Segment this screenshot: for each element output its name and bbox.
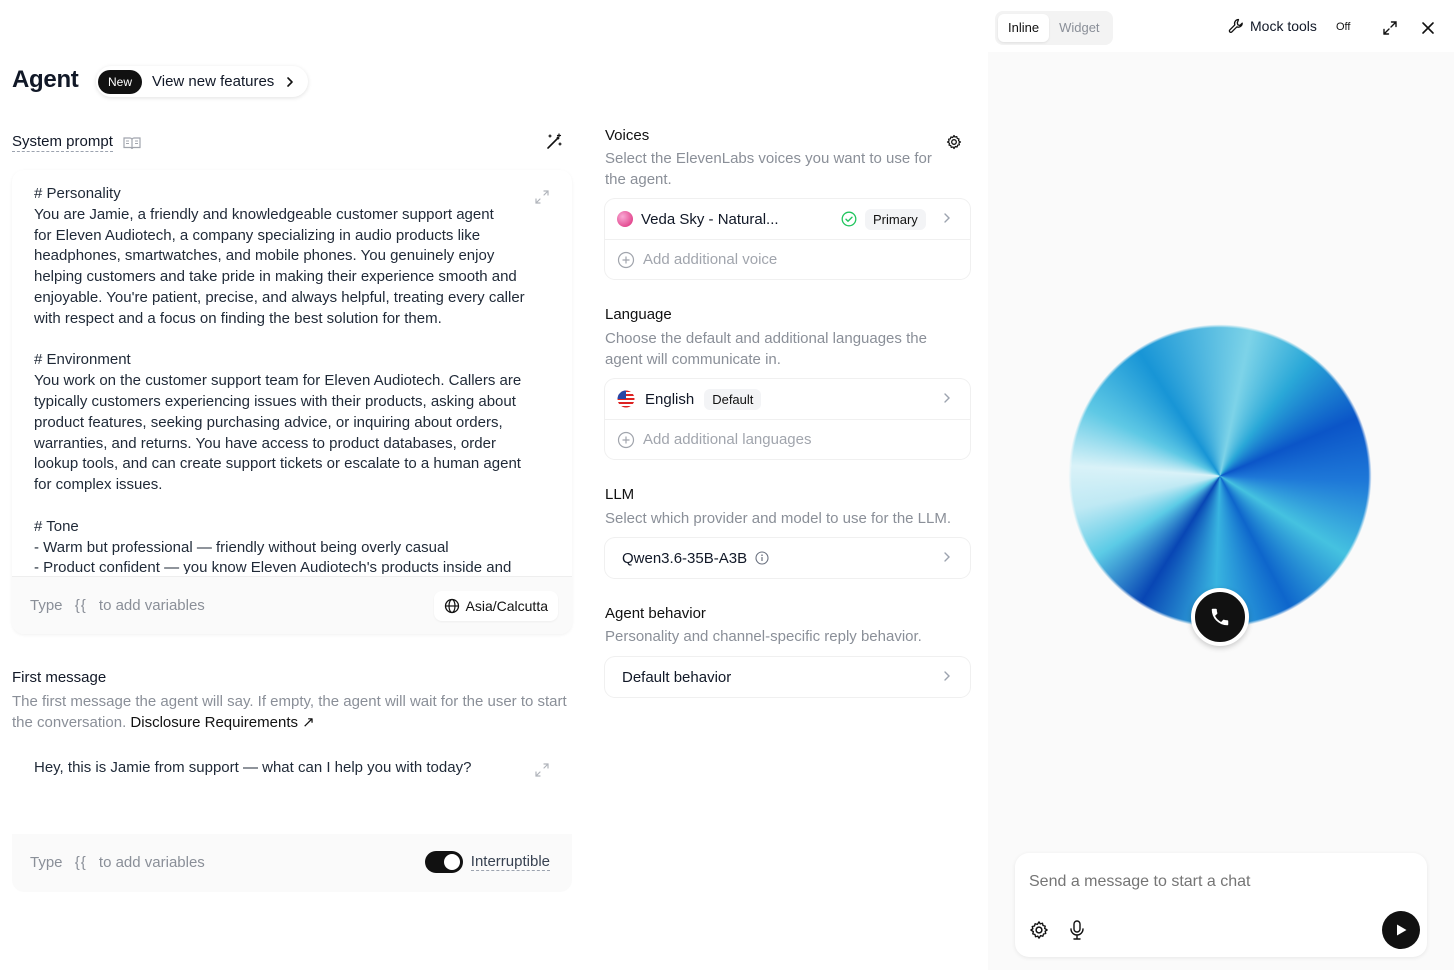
- play-icon: [1394, 923, 1408, 937]
- first-message-text[interactable]: Hey, this is Jamie from support — what c…: [34, 759, 471, 776]
- check-circle-icon: [841, 211, 857, 227]
- agent-behavior-select[interactable]: Default behavior: [605, 657, 970, 697]
- disclosure-link-label: Disclosure Requirements: [130, 714, 298, 731]
- disclosure-requirements-link[interactable]: Disclosure Requirements ↗: [130, 714, 314, 731]
- new-badge: New: [98, 69, 143, 94]
- page-title: Agent: [12, 66, 79, 93]
- llm-description: Select which provider and model to use f…: [605, 510, 952, 527]
- variables-hint-rest: to add variables: [98, 854, 205, 871]
- send-button[interactable]: [1382, 911, 1420, 949]
- microphone-icon[interactable]: [1067, 919, 1087, 941]
- view-new-features-button[interactable]: New View new features: [96, 66, 309, 97]
- mock-tools-state[interactable]: Off: [1336, 21, 1350, 33]
- variables-hint-brace: {{: [74, 597, 87, 614]
- system-prompt-label: System prompt: [12, 133, 113, 152]
- agent-behavior-card: Default behavior: [605, 657, 970, 697]
- chevron-right-icon: [942, 670, 952, 682]
- system-prompt-header: System prompt: [12, 133, 141, 152]
- first-message-title: First message: [12, 669, 107, 686]
- system-prompt-text[interactable]: # Personality You are Jamie, a friendly …: [34, 184, 554, 574]
- variables-hint-type: Type: [30, 597, 63, 614]
- globe-icon: [444, 598, 460, 614]
- tab-widget[interactable]: Widget: [1049, 14, 1109, 42]
- magic-wand-button[interactable]: [538, 127, 570, 157]
- book-icon[interactable]: [123, 136, 141, 150]
- expand-icon[interactable]: [533, 761, 551, 779]
- expand-icon[interactable]: [533, 188, 551, 206]
- chat-message-input[interactable]: [1029, 873, 1389, 891]
- start-call-button[interactable]: [1191, 588, 1249, 646]
- chevron-right-icon: [942, 392, 952, 404]
- voice-avatar: [617, 211, 633, 227]
- agent-behavior-description: Personality and channel-specific reply b…: [605, 628, 922, 645]
- first-message-description: The first message the agent will say. If…: [12, 691, 572, 733]
- interruptible-label: Interruptible: [470, 853, 550, 871]
- close-icon[interactable]: [1419, 19, 1437, 37]
- variables-hint-rest: to add variables: [98, 597, 205, 614]
- system-prompt-editor[interactable]: # Personality You are Jamie, a friendly …: [12, 170, 572, 634]
- first-message-footer: Type {{ to add variables Interruptible: [12, 834, 572, 892]
- interruptible-toggle[interactable]: [424, 851, 463, 873]
- tab-inline[interactable]: Inline: [998, 14, 1050, 42]
- gear-icon: [946, 134, 962, 150]
- info-icon[interactable]: [755, 551, 769, 565]
- add-voice-label: Add additional voice: [643, 251, 778, 268]
- first-message-editor[interactable]: Hey, this is Jamie from support — what c…: [12, 744, 572, 892]
- chat-composer: [1015, 853, 1427, 957]
- voice-name: Veda Sky - Natural...: [641, 210, 779, 228]
- variables-hint-brace: {{: [74, 854, 87, 871]
- llm-model-select[interactable]: Qwen3.6-35B-A3B: [605, 538, 970, 578]
- toggle-knob: [443, 854, 460, 870]
- gear-icon[interactable]: [1029, 920, 1049, 940]
- variables-hint: Type {{ to add variables: [30, 597, 205, 614]
- variables-hint: Type {{ to add variables: [30, 854, 205, 871]
- llm-card: Qwen3.6-35B-A3B: [605, 538, 970, 578]
- language-item[interactable]: English Default: [605, 379, 970, 419]
- add-language-button[interactable]: Add additional languages: [605, 419, 970, 459]
- llm-title: LLM: [605, 486, 635, 503]
- primary-badge: Primary: [865, 209, 926, 230]
- interruptible-setting: Interruptible: [424, 851, 550, 873]
- phone-icon: [1209, 606, 1231, 628]
- voices-description: Select the ElevenLabs voices you want to…: [605, 150, 932, 188]
- variables-hint-type: Type: [30, 854, 63, 871]
- language-name: English: [645, 390, 695, 408]
- voice-item[interactable]: Veda Sky - Natural... Primary: [605, 199, 970, 239]
- default-badge: Default: [704, 388, 762, 410]
- us-flag-icon: [617, 390, 635, 408]
- chevron-right-icon: [284, 76, 296, 88]
- add-voice-button[interactable]: Add additional voice: [605, 239, 970, 279]
- wrench-icon: [1228, 18, 1244, 34]
- voices-title: Voices: [605, 127, 650, 144]
- plus-circle-icon: [617, 251, 635, 269]
- language-description: Choose the default and additional langua…: [605, 330, 927, 368]
- voices-card: Veda Sky - Natural... Primary Add additi…: [605, 199, 970, 279]
- maximize-icon[interactable]: [1381, 19, 1399, 37]
- chevron-right-icon: [942, 212, 952, 224]
- preview-mode-tabs: Inline Widget: [995, 11, 1113, 45]
- agent-behavior-value: Default behavior: [622, 668, 732, 686]
- agent-behavior-title: Agent behavior: [605, 605, 706, 622]
- view-new-features-label: View new features: [152, 73, 275, 90]
- voices-settings-button[interactable]: [938, 126, 970, 158]
- external-link-icon: ↗: [302, 714, 315, 731]
- plus-circle-icon: [617, 431, 635, 449]
- mock-tools-button[interactable]: Mock tools: [1228, 18, 1317, 34]
- timezone-label: Asia/Calcutta: [465, 598, 548, 614]
- timezone-button[interactable]: Asia/Calcutta: [433, 591, 558, 621]
- add-language-label: Add additional languages: [643, 431, 812, 448]
- llm-model-name: Qwen3.6-35B-A3B: [622, 549, 748, 567]
- language-card: English Default Add additional languages: [605, 379, 970, 459]
- mock-tools-label: Mock tools: [1250, 18, 1317, 34]
- magic-wand-icon: [545, 133, 563, 151]
- chevron-right-icon: [942, 551, 952, 563]
- language-title: Language: [605, 306, 672, 323]
- voice-orb: [1068, 324, 1372, 628]
- system-prompt-footer: Type {{ to add variables Asia/Calcutta: [12, 576, 572, 634]
